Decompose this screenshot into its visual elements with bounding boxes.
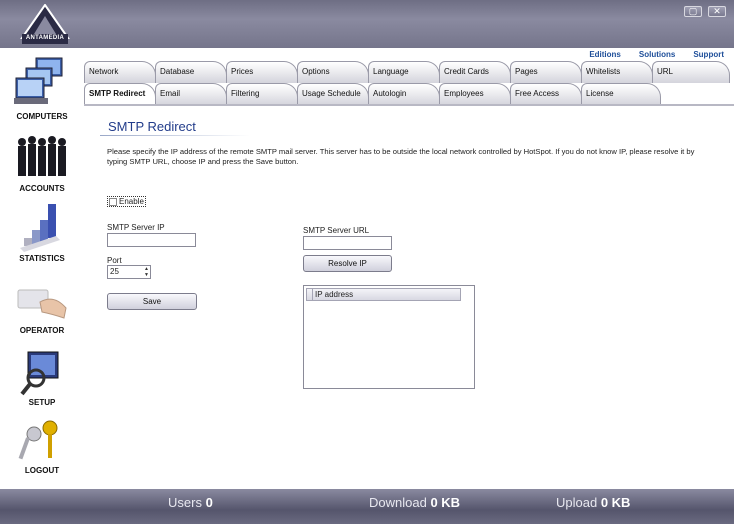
- setup-icon: [20, 351, 59, 396]
- close-icon: ✕: [713, 6, 721, 16]
- editions-link[interactable]: Editions: [589, 50, 621, 59]
- sidebar-item-label: LOGOUT: [24, 466, 60, 475]
- tab-url[interactable]: URL: [652, 61, 730, 83]
- restore-icon: ▢: [688, 6, 698, 16]
- sidebar-item-computers[interactable]: COMPUTERS: [0, 54, 84, 121]
- title-bar: ANTAMEDIA ▢ ✕: [0, 0, 734, 48]
- support-link[interactable]: Support: [693, 50, 724, 59]
- sidebar-item-operator[interactable]: OPERATOR: [0, 284, 84, 335]
- page-title: SMTP Redirect: [108, 119, 196, 134]
- tab-pages[interactable]: Pages: [510, 61, 582, 83]
- tab-free-access[interactable]: Free Access: [510, 83, 582, 105]
- users-status: Users 0: [168, 495, 213, 510]
- sidebar-item-accounts[interactable]: ACCOUNTS: [0, 134, 84, 193]
- tab-email[interactable]: Email: [155, 83, 227, 105]
- tab-employees[interactable]: Employees: [439, 83, 511, 105]
- sidebar-item-label: SETUP: [28, 398, 56, 407]
- stepper-arrows-icon[interactable]: ▲ ▼: [144, 266, 149, 278]
- sidebar-item-label: OPERATOR: [19, 326, 65, 335]
- smtp-redirect-panel: SMTP Redirect Please specify the IP addr…: [84, 106, 734, 489]
- ip-address-column-label: IP address: [315, 290, 354, 299]
- top-links: Editions Solutions Support: [589, 50, 724, 59]
- ip-address-column-header[interactable]: IP address: [306, 288, 461, 301]
- sidebar-item-label: COMPUTERS: [16, 112, 68, 121]
- upload-value: 0 KB: [600, 495, 631, 510]
- users-value: 0: [205, 495, 213, 510]
- download-value: 0 KB: [430, 495, 461, 510]
- save-button[interactable]: Save: [107, 293, 197, 310]
- tab-network[interactable]: Network: [84, 61, 156, 83]
- restore-button[interactable]: ▢: [684, 6, 702, 17]
- enable-label: Enable: [119, 197, 144, 206]
- accounts-icon: [18, 136, 66, 176]
- enable-checkbox-wrapper[interactable]: Enable: [107, 196, 146, 207]
- port-value: 25: [110, 267, 119, 276]
- title-underline: [100, 135, 250, 136]
- ip-address-list[interactable]: IP address: [303, 285, 475, 389]
- logout-icon: [18, 420, 58, 460]
- tab-database[interactable]: Database: [155, 61, 227, 83]
- sidebar-item-label: STATISTICS: [19, 254, 65, 263]
- enable-checkbox[interactable]: [109, 197, 117, 206]
- tab-whitelists[interactable]: Whitelists: [581, 61, 653, 83]
- users-label: Users: [168, 495, 202, 510]
- content-area: Editions Solutions Support Network Datab…: [84, 48, 734, 489]
- sidebar-item-statistics[interactable]: STATISTICS: [0, 202, 84, 263]
- resolve-ip-button[interactable]: Resolve IP: [303, 255, 392, 272]
- upload-label: Upload: [556, 495, 598, 510]
- sidebar: COMPUTERS ACCOUNTS STATISTICS OPERATOR S…: [0, 48, 84, 489]
- download-label: Download: [369, 495, 427, 510]
- port-label: Port: [107, 256, 122, 265]
- statistics-icon: [20, 204, 60, 252]
- tab-autologin[interactable]: Autologin: [368, 83, 440, 105]
- tab-credit-cards[interactable]: Credit Cards: [439, 61, 511, 83]
- tab-license[interactable]: License: [581, 83, 661, 105]
- tab-prices[interactable]: Prices: [226, 61, 298, 83]
- smtp-ip-label: SMTP Server IP: [107, 223, 165, 232]
- download-status: Download 0 KB: [369, 495, 460, 510]
- header-handle: [307, 289, 313, 300]
- status-bar: Users 0 Download 0 KB Upload 0 KB: [0, 489, 734, 524]
- smtp-url-input[interactable]: [303, 236, 392, 250]
- upload-status: Upload 0 KB: [556, 495, 630, 510]
- tab-usage-schedule[interactable]: Usage Schedule: [297, 83, 369, 105]
- computers-icon: [14, 57, 63, 104]
- sidebar-item-logout[interactable]: LOGOUT: [0, 420, 84, 475]
- tab-options[interactable]: Options: [297, 61, 369, 83]
- tab-smtp-redirect[interactable]: SMTP Redirect: [84, 83, 156, 105]
- smtp-ip-input[interactable]: [107, 233, 196, 247]
- operator-icon: [17, 289, 67, 319]
- sidebar-item-setup[interactable]: SETUP: [0, 348, 84, 407]
- close-button[interactable]: ✕: [708, 6, 726, 17]
- logo-text: ANTAMEDIA: [25, 35, 65, 41]
- sidebar-item-label: ACCOUNTS: [19, 184, 65, 193]
- port-stepper[interactable]: 25 ▲ ▼: [107, 265, 151, 279]
- smtp-url-label: SMTP Server URL: [303, 226, 370, 235]
- description-text: Please specify the IP address of the rem…: [107, 147, 695, 166]
- tab-filtering[interactable]: Filtering: [226, 83, 298, 105]
- solutions-link[interactable]: Solutions: [639, 50, 675, 59]
- tab-language[interactable]: Language: [368, 61, 440, 83]
